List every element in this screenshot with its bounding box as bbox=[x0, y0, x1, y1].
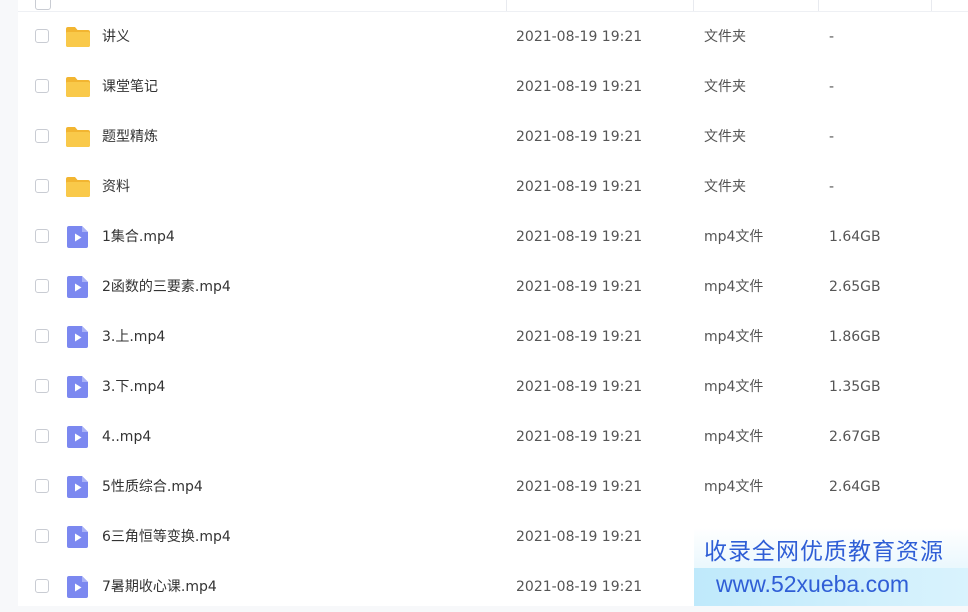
file-size: 2.65GB bbox=[829, 279, 881, 295]
video-file-icon bbox=[65, 275, 91, 299]
video-file-icon bbox=[65, 425, 91, 449]
video-file-icon bbox=[65, 475, 91, 499]
file-list: 讲义 2021-08-19 19:21 文件夹 - 课堂笔记 2021-08-19 19:… bbox=[18, 12, 968, 612]
row-checkbox[interactable] bbox=[35, 179, 49, 193]
video-file-icon bbox=[65, 325, 91, 349]
file-row[interactable]: 题型精炼 2021-08-19 19:21 文件夹 - bbox=[18, 112, 968, 162]
file-name[interactable]: 讲义 bbox=[102, 12, 130, 62]
file-row[interactable]: 课堂笔记 2021-08-19 19:21 文件夹 - bbox=[18, 62, 968, 112]
file-type: mp4文件 bbox=[704, 429, 764, 445]
file-size: 1.35GB bbox=[829, 379, 881, 395]
file-name[interactable]: 1集合.mp4 bbox=[102, 212, 175, 262]
file-size: - bbox=[829, 29, 835, 45]
file-modified-date: 2021-08-19 19:21 bbox=[516, 379, 643, 395]
row-checkbox[interactable] bbox=[35, 479, 49, 493]
video-file-icon bbox=[65, 375, 91, 399]
file-name[interactable]: 2函数的三要素.mp4 bbox=[102, 262, 231, 312]
file-size: - bbox=[829, 129, 835, 145]
file-size: 1.64GB bbox=[829, 229, 881, 245]
file-type: 文件夹 bbox=[704, 129, 746, 145]
file-row[interactable]: 3.下.mp4 2021-08-19 19:21 mp4文件 1.35GB bbox=[18, 362, 968, 412]
file-modified-date: 2021-08-19 19:21 bbox=[516, 279, 643, 295]
file-modified-date: 2021-08-19 19:21 bbox=[516, 579, 643, 595]
file-type: 文件夹 bbox=[704, 179, 746, 195]
file-name[interactable]: 3.下.mp4 bbox=[102, 362, 165, 412]
column-divider[interactable] bbox=[818, 0, 819, 11]
file-size: - bbox=[829, 179, 835, 195]
file-modified-date: 2021-08-19 19:21 bbox=[516, 129, 643, 145]
row-checkbox[interactable] bbox=[35, 579, 49, 593]
column-header bbox=[18, 0, 968, 12]
file-name[interactable]: 3.上.mp4 bbox=[102, 312, 165, 362]
file-type: mp4文件 bbox=[704, 279, 764, 295]
row-checkbox[interactable] bbox=[35, 79, 49, 93]
file-name[interactable]: 资料 bbox=[102, 162, 130, 212]
row-checkbox[interactable] bbox=[35, 329, 49, 343]
file-row[interactable]: 2函数的三要素.mp4 2021-08-19 19:21 mp4文件 2.65GB bbox=[18, 262, 968, 312]
file-name[interactable]: 课堂笔记 bbox=[102, 62, 158, 112]
file-row[interactable]: 1集合.mp4 2021-08-19 19:21 mp4文件 1.64GB bbox=[18, 212, 968, 262]
file-size: - bbox=[829, 79, 835, 95]
column-divider[interactable] bbox=[693, 0, 694, 11]
file-type: 文件夹 bbox=[704, 79, 746, 95]
file-modified-date: 2021-08-19 19:21 bbox=[516, 229, 643, 245]
row-checkbox[interactable] bbox=[35, 429, 49, 443]
row-checkbox[interactable] bbox=[35, 529, 49, 543]
watermark-url: www.52xueba.com bbox=[716, 571, 910, 597]
folder-icon bbox=[65, 175, 91, 199]
file-name[interactable]: 题型精炼 bbox=[102, 112, 158, 162]
file-row[interactable]: 讲义 2021-08-19 19:21 文件夹 - bbox=[18, 12, 968, 62]
row-checkbox[interactable] bbox=[35, 379, 49, 393]
file-name[interactable]: 5性质综合.mp4 bbox=[102, 462, 203, 512]
file-modified-date: 2021-08-19 19:21 bbox=[516, 79, 643, 95]
file-list-panel: 讲义 2021-08-19 19:21 文件夹 - 课堂笔记 2021-08-19 19:… bbox=[18, 0, 968, 606]
folder-icon bbox=[65, 125, 91, 149]
select-all-checkbox[interactable] bbox=[35, 0, 51, 10]
video-file-icon bbox=[65, 525, 91, 549]
file-size: 2.67GB bbox=[829, 429, 881, 445]
file-name[interactable]: 6三角恒等变换.mp4 bbox=[102, 512, 231, 562]
video-file-icon bbox=[65, 225, 91, 249]
row-checkbox[interactable] bbox=[35, 229, 49, 243]
file-row[interactable]: 5性质综合.mp4 2021-08-19 19:21 mp4文件 2.64GB bbox=[18, 462, 968, 512]
file-type: mp4文件 bbox=[704, 329, 764, 345]
file-modified-date: 2021-08-19 19:21 bbox=[516, 479, 643, 495]
file-type: 文件夹 bbox=[704, 29, 746, 45]
video-file-icon bbox=[65, 575, 91, 599]
folder-icon bbox=[65, 75, 91, 99]
file-size: 2.64GB bbox=[829, 479, 881, 495]
row-checkbox[interactable] bbox=[35, 29, 49, 43]
file-modified-date: 2021-08-19 19:21 bbox=[516, 329, 643, 345]
file-row[interactable]: 4..mp4 2021-08-19 19:21 mp4文件 2.67GB bbox=[18, 412, 968, 462]
file-name[interactable]: 4..mp4 bbox=[102, 412, 151, 462]
file-row[interactable]: 3.上.mp4 2021-08-19 19:21 mp4文件 1.86GB bbox=[18, 312, 968, 362]
file-size: 1.86GB bbox=[829, 329, 881, 345]
row-checkbox[interactable] bbox=[35, 279, 49, 293]
file-type: mp4文件 bbox=[704, 379, 764, 395]
row-checkbox[interactable] bbox=[35, 129, 49, 143]
file-modified-date: 2021-08-19 19:21 bbox=[516, 429, 643, 445]
file-type: mp4文件 bbox=[704, 479, 764, 495]
file-modified-date: 2021-08-19 19:21 bbox=[516, 29, 643, 45]
column-divider[interactable] bbox=[506, 0, 507, 11]
file-row[interactable]: 资料 2021-08-19 19:21 文件夹 - bbox=[18, 162, 968, 212]
watermark-banner: 收录全网优质教育资源 www.52xueba.com bbox=[694, 528, 968, 606]
file-type: mp4文件 bbox=[704, 229, 764, 245]
file-modified-date: 2021-08-19 19:21 bbox=[516, 179, 643, 195]
file-modified-date: 2021-08-19 19:21 bbox=[516, 529, 643, 545]
folder-icon bbox=[65, 25, 91, 49]
column-divider[interactable] bbox=[931, 0, 932, 11]
watermark-slogan: 收录全网优质教育资源 bbox=[704, 539, 944, 565]
file-name[interactable]: 7暑期收心课.mp4 bbox=[102, 562, 217, 612]
